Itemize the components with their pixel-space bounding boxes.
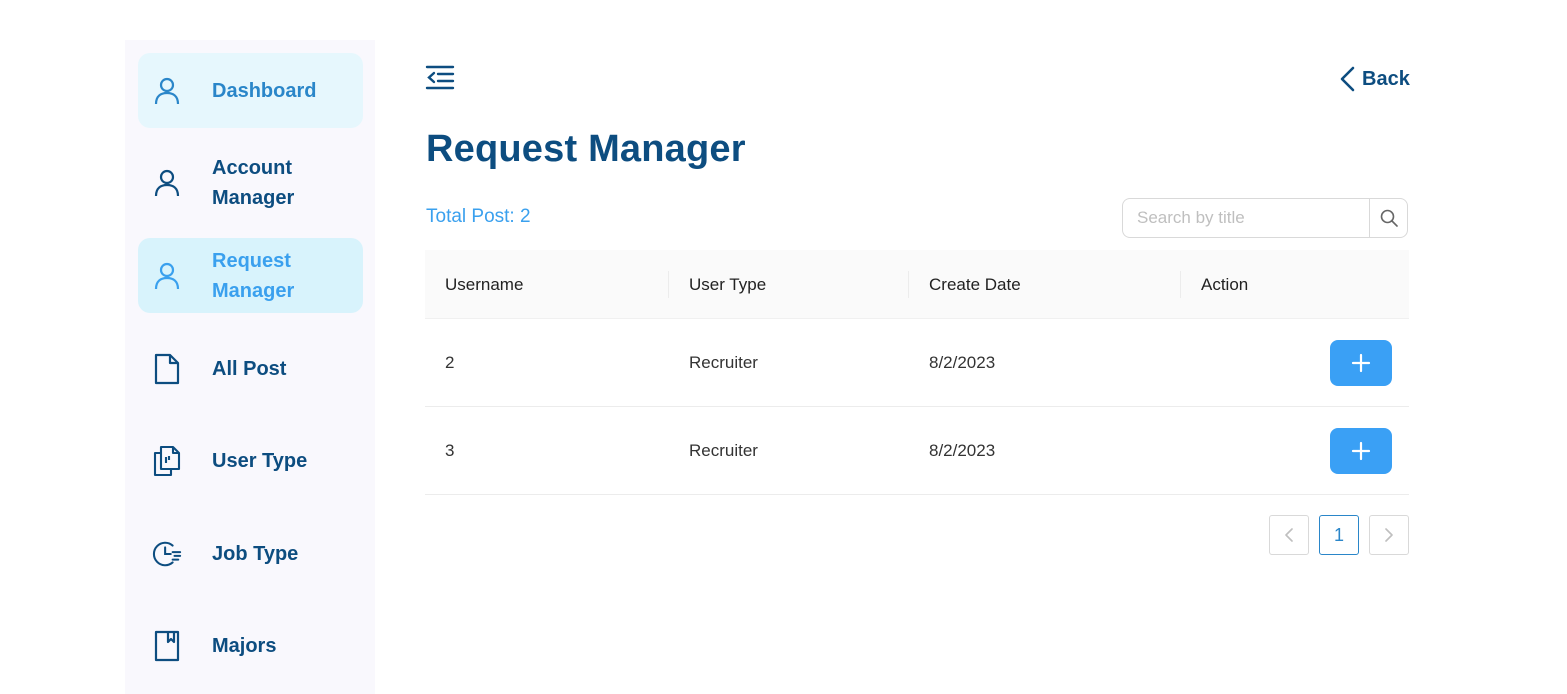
back-label: Back [1362,67,1410,90]
user-icon [152,168,182,198]
search-box [1122,198,1408,238]
copy-files-icon [152,445,182,476]
search-input[interactable] [1122,198,1369,238]
total-post-count: Total Post: 2 [426,206,531,227]
cell-user-type: Recruiter [689,441,758,460]
column-header-username: Username [445,274,524,294]
sidebar-item-label: Dashboard [212,79,317,102]
cell-user-type: Recruiter [689,353,758,372]
column-divider [908,271,909,298]
column-header-create-date: Create Date [929,274,1021,294]
chevron-left-icon [1285,528,1293,542]
chevron-left-icon [1340,66,1355,92]
table-header: Username User Type Create Date Action [425,250,1409,319]
page-number-button[interactable]: 1 [1319,515,1359,555]
chevron-right-icon [1385,528,1393,542]
column-header-action: Action [1201,274,1249,294]
clock-lines-icon [152,539,182,569]
column-divider [668,271,669,298]
page-title: Request Manager [426,128,746,170]
plus-icon [1351,353,1371,373]
sidebar-item-request-manager[interactable]: Request Manager [138,238,363,313]
column-header-user-type: User Type [689,274,767,294]
pagination: 1 [1269,515,1409,555]
request-table: Username User Type Create Date Action 2 … [425,250,1409,495]
cell-create-date: 8/2/2023 [929,353,996,372]
menu-fold-icon[interactable] [424,64,456,92]
sidebar: Dashboard Account Manager Request Manage… [125,40,375,694]
sidebar-item-all-post[interactable]: All Post [138,331,363,406]
sidebar-item-label: Majors [212,634,277,657]
sidebar-item-label: All Post [212,357,287,380]
cell-username: 3 [445,441,455,460]
sidebar-item-label: User Type [212,449,308,472]
plus-icon [1351,441,1371,461]
prev-page-button[interactable] [1269,515,1309,555]
book-icon [152,630,182,661]
table-row: 3 Recruiter 8/2/2023 [425,407,1409,495]
user-icon [152,76,182,106]
sidebar-item-user-type[interactable]: User Type [138,423,363,498]
column-divider [1180,271,1181,298]
sidebar-item-majors[interactable]: Majors [138,608,363,683]
cell-username: 2 [445,353,455,372]
sidebar-item-label: Job Type [212,542,299,565]
sidebar-item-dashboard[interactable]: Dashboard [138,53,363,128]
add-button[interactable] [1330,340,1392,386]
back-button[interactable]: Back [1338,62,1410,96]
sidebar-item-label: Request Manager [212,249,295,302]
table-row: 2 Recruiter 8/2/2023 [425,319,1409,407]
document-icon [152,353,182,384]
sidebar-item-account-manager[interactable]: Account Manager [138,145,363,220]
user-icon [152,261,182,291]
sidebar-item-label: Account Manager [212,156,295,209]
sidebar-item-job-type[interactable]: Job Type [138,516,363,591]
add-button[interactable] [1330,428,1392,474]
next-page-button[interactable] [1369,515,1409,555]
search-icon [1380,209,1398,227]
cell-create-date: 8/2/2023 [929,441,996,460]
search-button[interactable] [1369,198,1408,238]
